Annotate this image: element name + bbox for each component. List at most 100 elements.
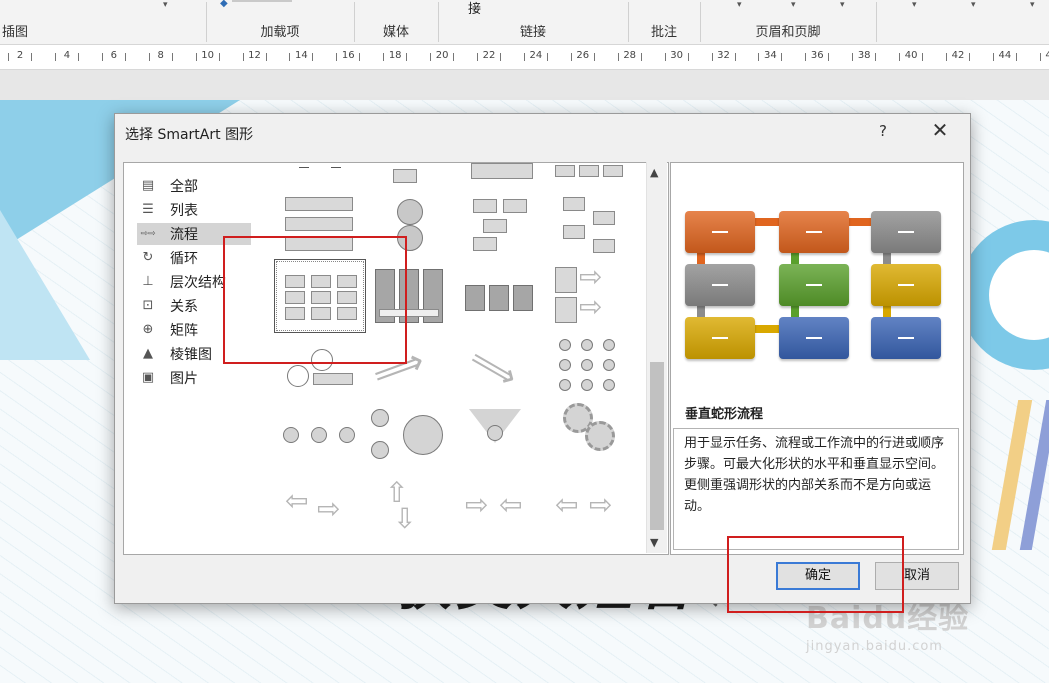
layout-thumbnail[interactable] bbox=[465, 285, 535, 313]
gallery-scrollbar[interactable]: ▲ ▼ bbox=[646, 162, 667, 553]
ruler-tick bbox=[477, 53, 478, 61]
pyramid-icon: ▲ bbox=[143, 346, 153, 361]
layout-thumbnail[interactable]: ⇦ ⇨ bbox=[555, 491, 625, 521]
ribbon-group-links: 接 链接 bbox=[438, 0, 628, 44]
ribbon-cut-label[interactable]: 接 bbox=[468, 0, 481, 17]
preview-shape bbox=[685, 264, 755, 306]
ruler-tick bbox=[31, 53, 32, 61]
ruler-tick-label: 44 bbox=[998, 50, 1012, 61]
ruler-tick bbox=[969, 53, 970, 61]
ruler-tick bbox=[54, 53, 56, 61]
scrollbar-thumb[interactable] bbox=[650, 362, 664, 530]
layout-thumbnail[interactable] bbox=[469, 409, 525, 463]
ruler-tick bbox=[899, 53, 901, 61]
layout-thumbnail[interactable]: ⇧ ⇩ bbox=[385, 479, 439, 537]
preview-shape bbox=[779, 211, 849, 253]
annotation-highlight bbox=[223, 236, 407, 364]
ruler-tick-label: 18 bbox=[388, 50, 402, 61]
ruler[interactable]: 2 4 6 8 10 12 14 16 18 20 22 24 26 28 30 32 34 36 38 40 42 44… bbox=[0, 45, 1049, 70]
category-label: 图片 bbox=[170, 371, 198, 387]
ruler-tick bbox=[500, 53, 501, 61]
chevron-up-icon[interactable]: ▲ bbox=[650, 166, 658, 179]
preview-connector bbox=[751, 218, 781, 226]
ruler-tick bbox=[289, 53, 291, 61]
ribbon-group-media: 媒体 bbox=[354, 0, 438, 44]
preview-shape bbox=[871, 317, 941, 359]
layout-thumbnail[interactable] bbox=[371, 409, 447, 463]
ruler-tick-label: 26 bbox=[576, 50, 590, 61]
layout-thumbnail[interactable] bbox=[285, 163, 357, 183]
chevron-down-icon[interactable]: ▾ bbox=[971, 0, 976, 10]
hierarchy-icon: ⊥ bbox=[142, 274, 154, 289]
category-item-list[interactable]: ☰ 列表 bbox=[137, 199, 251, 221]
layout-thumbnail[interactable] bbox=[473, 199, 529, 253]
chevron-down-icon[interactable]: ▾ bbox=[1030, 0, 1035, 10]
chevron-down-icon[interactable]: ▾ bbox=[163, 0, 168, 10]
ruler-tick bbox=[383, 53, 385, 61]
layout-thumbnail[interactable] bbox=[283, 427, 357, 447]
ruler-tick bbox=[1015, 53, 1017, 61]
ruler-tick bbox=[805, 53, 807, 61]
ruler-tick bbox=[828, 53, 830, 61]
category-item-picture[interactable]: ▣ 图片 bbox=[137, 367, 251, 389]
picture-icon: ▣ bbox=[141, 370, 155, 385]
ruler-tick bbox=[265, 53, 267, 61]
ruler-tick-label: 30 bbox=[670, 50, 683, 61]
ruler-tick-label: 38 bbox=[857, 50, 871, 61]
ruler-tick bbox=[758, 53, 760, 61]
preview-shape bbox=[685, 211, 755, 253]
layout-thumbnail[interactable]: ⇨ ⇦ bbox=[465, 491, 535, 521]
matrix-icon: ⊕ bbox=[142, 322, 154, 337]
ruler-tick bbox=[640, 53, 642, 61]
ribbon-group-label: 媒体 bbox=[382, 25, 409, 40]
ribbon: ▾ ◆ 插图 加载项 媒体 接 链接 批注 ▾ ▾ ▾ 页眉和页脚 ▾ ▾ ▾ bbox=[0, 0, 1049, 45]
annotation-highlight bbox=[727, 536, 904, 613]
ruler-tick bbox=[77, 53, 79, 61]
ruler-tick-label: 4 bbox=[63, 50, 71, 61]
layout-thumbnail[interactable] bbox=[555, 403, 623, 461]
layout-thumbnail[interactable] bbox=[471, 163, 535, 183]
layout-thumbnail[interactable] bbox=[555, 163, 625, 179]
ruler-tick bbox=[453, 53, 455, 61]
ruler-tick-label: 10 bbox=[201, 50, 214, 61]
ruler-tick-label: 34 bbox=[764, 50, 777, 61]
layout-thumbnail[interactable]: ⟹ bbox=[462, 338, 529, 397]
ruler-tick bbox=[430, 53, 432, 61]
ruler-tick bbox=[359, 53, 361, 61]
ruler-tick bbox=[570, 53, 572, 61]
layout-thumbnail[interactable] bbox=[563, 197, 619, 255]
preview-shape bbox=[685, 317, 755, 359]
cycle-icon: ↻ bbox=[142, 250, 154, 265]
ruler-tick bbox=[218, 53, 220, 61]
chevron-down-icon[interactable]: ▼ bbox=[650, 536, 658, 549]
ruler-tick-label: 42 bbox=[951, 50, 965, 61]
ruler-tick-label: 22 bbox=[482, 50, 496, 61]
ruler-tick-label: 40 bbox=[904, 50, 918, 61]
layout-thumbnail[interactable] bbox=[393, 163, 423, 185]
watermark-url: jingyan.baidu.com bbox=[806, 639, 943, 654]
category-label: 全部 bbox=[170, 179, 198, 195]
ruler-tick-label: 28 bbox=[623, 50, 637, 61]
ruler-tick bbox=[593, 53, 595, 61]
layout-thumbnail[interactable] bbox=[559, 339, 619, 397]
ruler-tick bbox=[406, 53, 408, 61]
category-label: 层次结构 bbox=[170, 275, 226, 291]
category-item-all[interactable]: ▤ 全部 bbox=[137, 175, 251, 197]
ruler-tick-label: 2 bbox=[16, 50, 24, 61]
layout-name: 垂直蛇形流程 bbox=[685, 407, 764, 422]
preview-shape bbox=[871, 264, 941, 306]
ribbon-group-label: 插图 bbox=[2, 25, 29, 40]
chevron-down-icon[interactable]: ▾ bbox=[912, 0, 917, 10]
ruler-tick bbox=[8, 53, 9, 61]
ruler-tick bbox=[1039, 53, 1041, 61]
layout-thumbnail[interactable]: ⇨ ⇨ bbox=[555, 263, 625, 325]
help-button[interactable]: ? bbox=[875, 122, 891, 140]
layout-thumbnail[interactable]: ⇦ ⇨ bbox=[285, 487, 355, 523]
layout-preview bbox=[671, 163, 963, 383]
ruler-tick bbox=[523, 53, 525, 61]
preview-shape bbox=[871, 211, 941, 253]
ribbon-group-comments: 批注 bbox=[628, 0, 700, 44]
ribbon-group-header-footer: 页眉和页脚 bbox=[700, 0, 876, 44]
ruler-tick-label: 46 bbox=[1045, 50, 1049, 61]
close-button[interactable]: ✕ bbox=[929, 118, 951, 142]
